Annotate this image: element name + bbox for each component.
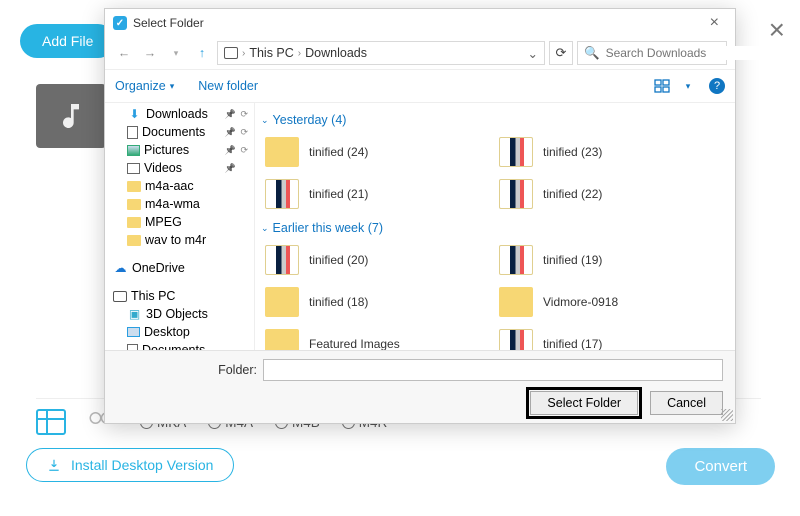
folder-label: Folder: xyxy=(117,363,257,377)
folder-list[interactable]: ⌄Yesterday (4) tinified (24) tinified (2… xyxy=(255,103,735,350)
group-header[interactable]: ⌄Earlier this week (7) xyxy=(261,221,729,235)
list-item[interactable]: Featured Images xyxy=(261,323,495,350)
list-item[interactable]: tinified (24) xyxy=(261,131,495,173)
nav-recent-icon[interactable]: ▾ xyxy=(165,42,187,64)
list-item[interactable]: tinified (21) xyxy=(261,173,495,215)
search-icon: 🔍 xyxy=(584,46,600,61)
organize-menu[interactable]: Organize ▾ xyxy=(115,79,174,93)
folder-tree[interactable]: ⬇Downloads Documents Pictures Videos m4a… xyxy=(105,103,255,350)
tree-folder[interactable]: m4a-wma xyxy=(105,195,254,213)
list-item[interactable]: tinified (22) xyxy=(495,173,729,215)
tree-downloads[interactable]: ⬇Downloads xyxy=(105,105,254,123)
list-item[interactable]: tinified (20) xyxy=(261,239,495,281)
install-desktop-button[interactable]: Install Desktop Version xyxy=(26,448,234,482)
nav-forward-icon: → xyxy=(139,42,161,64)
nav-back-icon[interactable]: ← xyxy=(113,42,135,64)
select-folder-dialog: ✓ Select Folder × ← → ▾ ↑ › This PC › Do… xyxy=(104,8,736,424)
tree-videos[interactable]: Videos xyxy=(105,159,254,177)
list-item[interactable]: tinified (19) xyxy=(495,239,729,281)
add-file-button[interactable]: Add File xyxy=(20,24,115,58)
convert-button[interactable]: Convert xyxy=(666,448,775,485)
tree-folder[interactable]: m4a-aac xyxy=(105,177,254,195)
cancel-button[interactable]: Cancel xyxy=(650,391,723,415)
breadcrumb[interactable]: › This PC › Downloads ⌄ xyxy=(217,41,545,65)
tree-folder[interactable]: wav to m4r xyxy=(105,231,254,249)
chevron-down-icon[interactable]: ⌄ xyxy=(528,46,538,61)
nav-up-icon[interactable]: ↑ xyxy=(191,42,213,64)
tree-pictures[interactable]: Pictures xyxy=(105,141,254,159)
dialog-title: Select Folder xyxy=(133,16,204,30)
dialog-close-icon[interactable]: × xyxy=(702,12,727,34)
help-icon[interactable]: ? xyxy=(709,78,725,94)
tree-desktop[interactable]: Desktop xyxy=(105,323,254,341)
tree-this-pc[interactable]: This PC xyxy=(105,287,254,305)
music-thumbnail xyxy=(36,84,106,148)
new-folder-button[interactable]: New folder xyxy=(198,79,258,93)
resize-grip-icon[interactable] xyxy=(721,409,733,421)
view-dropdown-icon[interactable]: ▾ xyxy=(677,76,699,96)
pc-icon xyxy=(224,47,238,59)
app-close-icon[interactable]: × xyxy=(769,14,785,46)
video-format-icon[interactable] xyxy=(36,409,66,435)
select-folder-button[interactable]: Select Folder xyxy=(530,391,638,415)
folder-name-input[interactable] xyxy=(263,359,723,381)
search-input[interactable]: 🔍 xyxy=(577,41,727,65)
list-item[interactable]: tinified (18) xyxy=(261,281,495,323)
list-item[interactable]: Vidmore-0918 xyxy=(495,281,729,323)
refresh-icon[interactable]: ⟳ xyxy=(549,41,573,65)
tree-documents[interactable]: Documents xyxy=(105,341,254,350)
tree-onedrive[interactable]: ☁OneDrive xyxy=(105,259,254,277)
view-mode-icon[interactable] xyxy=(651,76,673,96)
dialog-app-icon: ✓ xyxy=(113,16,127,30)
tree-folder[interactable]: MPEG xyxy=(105,213,254,231)
tree-documents[interactable]: Documents xyxy=(105,123,254,141)
tree-3d-objects[interactable]: ▣3D Objects xyxy=(105,305,254,323)
list-item[interactable]: tinified (17) xyxy=(495,323,729,350)
list-item[interactable]: tinified (23) xyxy=(495,131,729,173)
group-header[interactable]: ⌄Yesterday (4) xyxy=(261,113,729,127)
